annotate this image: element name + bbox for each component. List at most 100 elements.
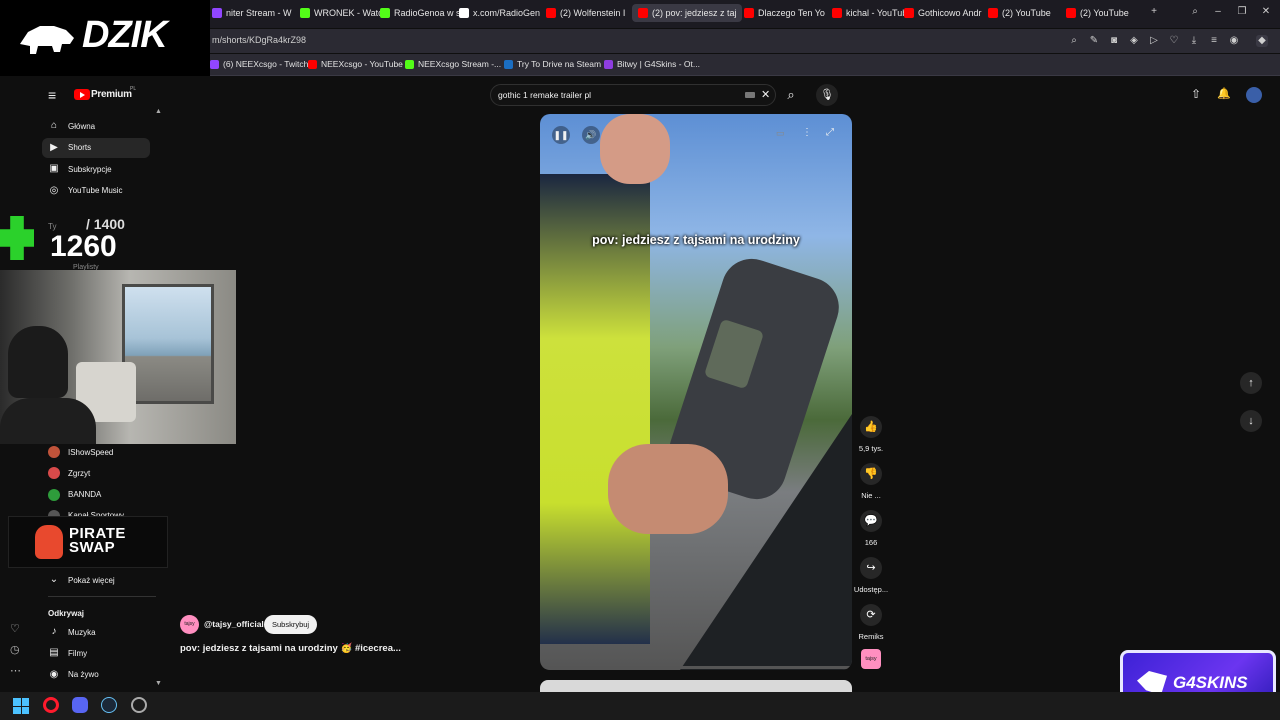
browser-tab[interactable]: RadioGenoa w s: [380, 4, 462, 22]
account-avatar[interactable]: [1246, 87, 1262, 103]
previous-short-icon[interactable]: ↑: [1240, 372, 1262, 394]
explore-item[interactable]: ◉ Na żywo: [42, 665, 150, 685]
hamburger-menu-icon[interactable]: ≡: [48, 88, 62, 102]
clear-search-icon[interactable]: ✕: [761, 88, 770, 101]
share-button-icon[interactable]: ↪: [860, 557, 882, 579]
video-progress-track[interactable]: [540, 666, 852, 669]
score-value: 1260: [50, 230, 117, 263]
notifications-icon[interactable]: 🔔: [1217, 87, 1231, 100]
address-bar[interactable]: m/shorts/KDgRa4krZ98 ⌕ ✎ ◙ ◈ ▷ ♡ ⤓ ≡ ◉ ◆: [200, 29, 1280, 53]
next-short-preview[interactable]: [540, 680, 852, 692]
browser-tab[interactable]: Dlaczego Ten Yo: [744, 4, 826, 22]
youtube-brand[interactable]: Premium: [91, 89, 132, 100]
pause-icon[interactable]: ❚❚: [552, 126, 570, 144]
tab-label: kichal - YouTube: [846, 8, 913, 18]
maximize-icon[interactable]: ❐: [1236, 6, 1248, 18]
bookmark-item[interactable]: (6) NEEXcsgo - Twitch: [210, 59, 308, 69]
sidebar-item-home[interactable]: ⌂ Główna: [42, 116, 150, 136]
subscription-item[interactable]: Zgrzyt: [42, 463, 150, 483]
tab-label: (2) Wolfenstein I: [560, 8, 626, 18]
upload-icon[interactable]: ⇧: [1191, 87, 1201, 101]
youtube-logo-icon[interactable]: [74, 89, 90, 100]
sidebar-item-subscriptions[interactable]: ▣ Subskrypcje: [42, 159, 150, 179]
fullscreen-icon[interactable]: ⤢: [826, 127, 834, 138]
channel-avatar[interactable]: tajsy: [180, 615, 199, 634]
camera-icon[interactable]: ◙: [1108, 35, 1120, 47]
download-icon[interactable]: ⤓: [1188, 35, 1200, 47]
sidebar-scroll-up-icon[interactable]: ▲: [155, 108, 162, 115]
next-short-icon[interactable]: ↓: [1240, 410, 1262, 432]
bookmark-item[interactable]: Try To Drive na Steam: [504, 59, 601, 69]
discord-icon[interactable]: [72, 697, 88, 713]
minimize-icon[interactable]: –: [1212, 6, 1224, 18]
browser-tab[interactable]: kichal - YouTube: [832, 4, 914, 22]
comments-button-icon[interactable]: 💬: [860, 510, 882, 532]
subscription-item[interactable]: IShowSpeed: [42, 442, 150, 462]
subscription-label: Zgrzyt: [68, 468, 91, 478]
subscription-label: BANNDA: [68, 490, 102, 500]
edit-icon[interactable]: ✎: [1088, 35, 1100, 47]
show-more-label: Pokaż więcej: [68, 575, 115, 585]
explore-item[interactable]: ▤ Filmy: [42, 643, 150, 663]
dislike-button-icon[interactable]: 👎: [860, 463, 882, 485]
search-tabs-icon[interactable]: ⌕: [1189, 6, 1201, 18]
channel-handle[interactable]: @tajsy_official: [204, 619, 264, 629]
browser-tab[interactable]: (2) YouTube: [988, 4, 1070, 22]
history-icon[interactable]: ◷: [10, 643, 20, 656]
bookmark-label: Bitwy | G4Skins - Ot...: [617, 59, 700, 69]
steam-icon[interactable]: [101, 697, 117, 713]
opera-icon[interactable]: [43, 697, 59, 713]
video-more-icon[interactable]: ⋮: [802, 127, 812, 138]
browser-tab[interactable]: x.com/RadioGen: [459, 4, 541, 22]
remix-button-icon[interactable]: ⟳: [860, 604, 882, 626]
close-window-icon[interactable]: ✕: [1260, 6, 1272, 18]
menu-icon[interactable]: ≡: [1208, 35, 1220, 47]
bookmark-item[interactable]: NEEXcsgo Stream -...: [405, 59, 501, 69]
short-video-player[interactable]: ❚❚ 🔊 ▭ ⋮ ⤢ pov: jedziesz z tajsami na ur…: [540, 114, 852, 670]
browser-tab[interactable]: (2) Wolfenstein I: [546, 4, 628, 22]
search-button-icon[interactable]: ⌕: [782, 86, 800, 104]
search-input[interactable]: gothic 1 remake trailer pl: [498, 90, 591, 100]
play-icon[interactable]: ▷: [1148, 35, 1160, 47]
sidebar-item-shorts[interactable]: ▶ Shorts: [42, 137, 150, 158]
bookmark-item[interactable]: Bitwy | G4Skins - Ot...: [604, 59, 700, 69]
pirate-swap-text: PIRATE SWAP: [69, 525, 126, 556]
more-options-icon[interactable]: ⋯: [10, 664, 21, 677]
new-tab-icon[interactable]: +: [1148, 6, 1160, 18]
settings-icon[interactable]: [131, 697, 147, 713]
microphone-icon[interactable]: 🎙: [816, 84, 838, 106]
volume-icon[interactable]: 🔊: [582, 126, 600, 144]
tab-label: WRONEK - Watc: [314, 8, 382, 18]
bookmark-favicon-icon: [308, 59, 317, 69]
browser-tab[interactable]: (2) pov: jedziesz z taj: [632, 4, 742, 22]
dislike-label: Nie ...: [861, 491, 881, 500]
short-title[interactable]: pov: jedziesz z tajsami na urodziny 🥳 #i…: [180, 643, 401, 654]
heart-icon[interactable]: ♡: [1168, 35, 1180, 47]
sidebar-scroll-down-icon[interactable]: ▼: [155, 680, 162, 687]
explore-item[interactable]: ♪ Muzyka: [42, 622, 150, 642]
show-more-button[interactable]: ⌄ Pokaż więcej: [42, 570, 150, 590]
extension-icon[interactable]: ◆: [1256, 35, 1268, 47]
shorts-icon: ▶: [50, 141, 58, 153]
favorites-icon[interactable]: ♡: [10, 622, 20, 635]
bookmark-item[interactable]: NEEXcsgo - YouTube: [308, 59, 403, 69]
browser-tab[interactable]: WRONEK - Watc: [300, 4, 382, 22]
audio-thumbnail[interactable]: tajsy: [861, 649, 881, 669]
shield-icon[interactable]: ◈: [1128, 35, 1140, 47]
address-url[interactable]: m/shorts/KDgRa4krZ98: [212, 35, 306, 45]
search-icon[interactable]: ⌕: [1068, 35, 1080, 47]
browser-tab[interactable]: (2) YouTube: [1066, 4, 1148, 22]
search-box[interactable]: gothic 1 remake trailer pl ✕: [490, 84, 776, 106]
subscribe-button[interactable]: Subskrybuj: [264, 615, 318, 634]
subscription-item[interactable]: BANNDA: [42, 485, 150, 505]
sidebar-item-music[interactable]: ◎ YouTube Music: [42, 181, 150, 201]
like-button-icon[interactable]: 👍: [860, 416, 882, 438]
browser-tab[interactable]: Gothicowo Andr: [904, 4, 986, 22]
comment-count: 166: [864, 538, 878, 547]
browser-tab[interactable]: niter Stream - W: [212, 4, 294, 22]
windows-start-icon[interactable]: [13, 698, 29, 714]
captions-icon[interactable]: ▭: [776, 128, 785, 139]
keyboard-icon[interactable]: [745, 92, 755, 98]
streamer-body: [0, 398, 96, 444]
profile-icon[interactable]: ◉: [1228, 35, 1240, 47]
